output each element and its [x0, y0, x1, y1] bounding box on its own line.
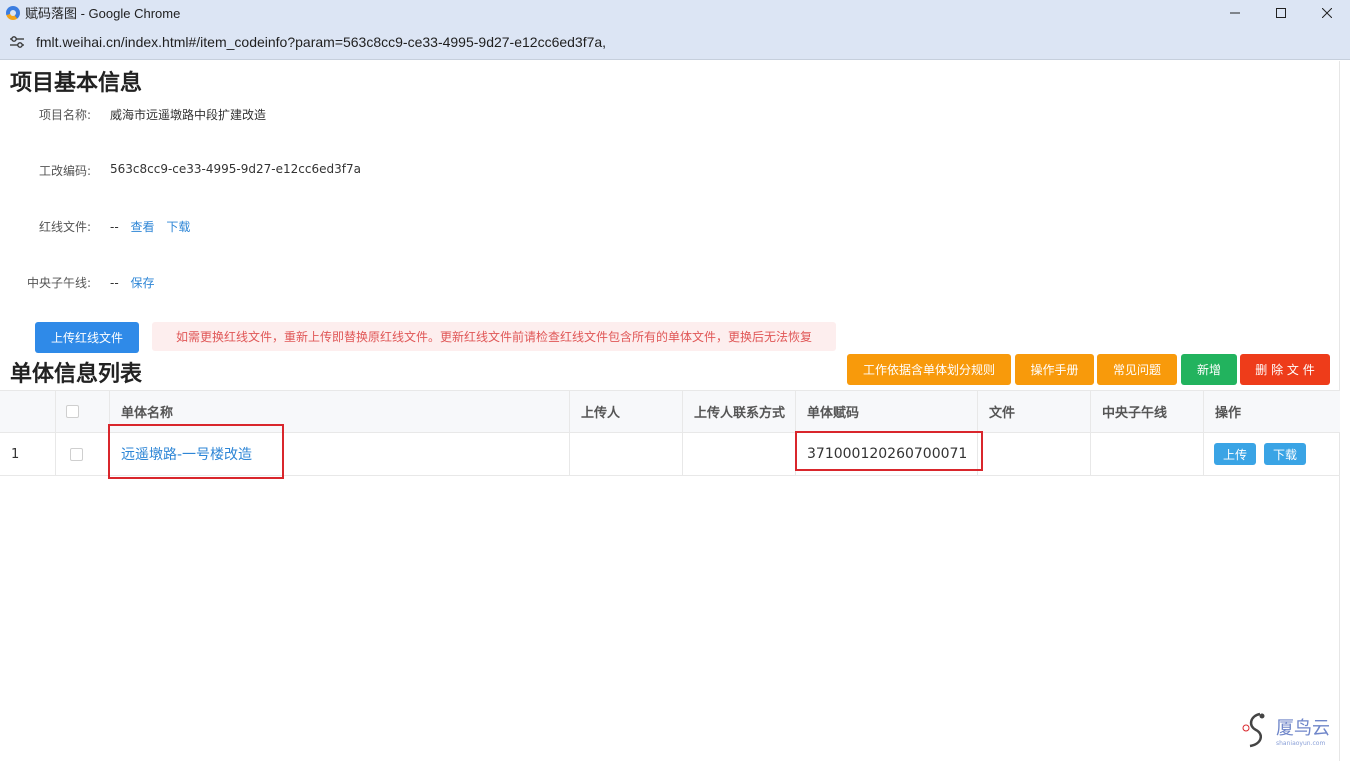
row-download-button[interactable]: 下载 — [1264, 443, 1307, 465]
project-name-value: 威海市远遥墩路中段扩建改造 — [110, 108, 267, 122]
redline-value: -- — [110, 220, 119, 234]
upload-redline-button[interactable]: 上传红线文件 — [35, 322, 139, 353]
rules-button[interactable]: 工作依据含单体划分规则 — [847, 354, 1011, 385]
url-text[interactable]: fmlt.weihai.cn/index.html#/item_codeinfo… — [36, 34, 606, 50]
row-checkbox[interactable] — [70, 447, 83, 461]
col-file-header[interactable]: 文件 — [978, 391, 1091, 432]
row-select-cell — [56, 433, 110, 475]
close-icon — [1322, 7, 1332, 18]
add-button[interactable]: 新增 — [1181, 354, 1237, 385]
redline-view-link[interactable]: 查看 — [131, 220, 155, 234]
col-uploader-header[interactable]: 上传人 — [570, 391, 683, 432]
code-highlight-box — [795, 431, 983, 471]
unit-list-title: 单体信息列表 — [10, 361, 143, 386]
row-index: 1 — [0, 433, 56, 475]
minimize-button[interactable] — [1212, 0, 1258, 25]
meridian-label: 中央子午线: — [26, 276, 91, 290]
redline-label: 红线文件: — [38, 220, 91, 234]
manual-button[interactable]: 操作手册 — [1015, 354, 1094, 385]
watermark-sub: shaniaoyun.com — [1276, 739, 1326, 747]
delete-files-button[interactable]: 删 除 文 件 — [1240, 354, 1330, 385]
bird-logo-icon — [1242, 712, 1265, 748]
redline-value-group: -- 查看 下载 — [110, 218, 190, 235]
meridian-value: -- — [110, 276, 119, 290]
app-icon — [6, 5, 20, 20]
minimize-icon — [1230, 12, 1240, 13]
col-meridian-header[interactable]: 中央子午线 — [1091, 391, 1204, 432]
project-name-label: 项目名称: — [38, 108, 91, 122]
window-controls — [1212, 0, 1350, 25]
select-all-cell — [56, 391, 110, 432]
site-settings-icon — [10, 36, 24, 48]
redline-warning: 如需更换红线文件，重新上传即替换原红线文件。更新红线文件前请检查红线文件包含所有… — [152, 322, 836, 351]
col-code-header[interactable]: 单体赋码 — [796, 391, 978, 432]
window-title: 赋码落图 - Google Chrome — [25, 6, 181, 21]
window-titlebar: 赋码落图 - Google Chrome — [0, 0, 1350, 25]
watermark: 厦鸟云 shaniaoyun.com — [1240, 710, 1330, 750]
close-button[interactable] — [1304, 0, 1350, 25]
index-header — [0, 391, 56, 432]
row-actions: 上传 下载 — [1204, 433, 1340, 475]
watermark-text: 厦鸟云 shaniaoyun.com — [1276, 714, 1330, 747]
site-info-button[interactable] — [8, 33, 26, 51]
row-uploader — [570, 433, 683, 475]
col-actions-header: 操作 — [1215, 406, 1242, 421]
code-label: 工改编码: — [38, 164, 91, 178]
maximize-button[interactable] — [1258, 0, 1304, 25]
row-upload-button[interactable]: 上传 — [1214, 443, 1257, 465]
row-meridian — [1091, 433, 1204, 475]
code-value: 563c8cc9-ce33-4995-9d27-e12cc6ed3f7a — [110, 162, 361, 176]
basic-info-title: 项目基本信息 — [10, 70, 143, 95]
address-bar: fmlt.weihai.cn/index.html#/item_codeinfo… — [0, 25, 1350, 60]
watermark-brand: 厦鸟云 — [1276, 717, 1330, 738]
col-contact-header[interactable]: 上传人联系方式 — [683, 391, 796, 432]
select-all-checkbox[interactable] — [66, 405, 79, 418]
redline-download-link[interactable]: 下载 — [166, 220, 190, 234]
page-content: 项目基本信息 项目名称: 威海市远遥墩路中段扩建改造 工改编码: 563c8cc… — [0, 61, 1340, 761]
row-contact — [683, 433, 796, 475]
meridian-save-link[interactable]: 保存 — [131, 276, 155, 290]
maximize-icon — [1276, 7, 1286, 18]
meridian-value-group: -- 保存 — [110, 274, 155, 291]
name-highlight-box — [108, 424, 284, 479]
faq-button[interactable]: 常见问题 — [1097, 354, 1177, 385]
row-file — [978, 433, 1091, 475]
